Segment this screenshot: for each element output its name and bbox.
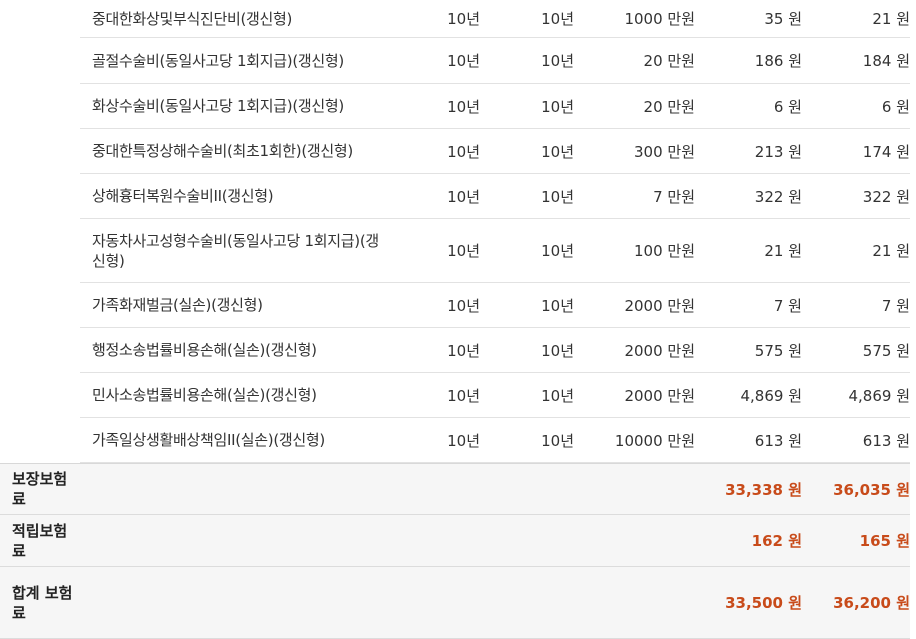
premium-a: 213 원 <box>754 142 802 161</box>
coverage-name: 가족일상생활배상책임II(실손)(갱신형) <box>92 431 325 449</box>
coverage-amount: 20 만원 <box>643 97 695 116</box>
premium-a: 613 원 <box>754 431 802 450</box>
insurance-term: 10년 <box>447 386 480 405</box>
insurance-term: 10년 <box>447 97 480 116</box>
premium-table: 중대한화상및부식진단비(갱신형) 10년 10년 1000 만원 35 원 21 원 골절수… <box>0 0 916 639</box>
summary-label: 보장보험료 <box>12 470 68 508</box>
payment-term: 10년 <box>541 10 574 28</box>
premium-a: 35 원 <box>764 10 802 28</box>
table-row: 중대한특정상해수술비(최초1회한)(갱신형) 10년 10년 300 만원 213 원 1… <box>80 129 910 174</box>
premium-a: 322 원 <box>754 187 802 206</box>
coverage-name: 골절수술비(동일사고당 1회지급)(갱신형) <box>92 51 344 70</box>
coverage-amount: 2000 만원 <box>624 386 695 405</box>
premium-a: 6 원 <box>773 97 802 116</box>
summary-label: 적립보험료 <box>12 521 68 560</box>
payment-term: 10년 <box>541 341 574 360</box>
summary-row: 적립보험료 162 원 165 원 <box>0 515 910 567</box>
summary-premium-b: 36,200 원 <box>833 594 910 612</box>
payment-term: 10년 <box>541 386 574 405</box>
summary-label: 합계 보험료 <box>12 583 73 622</box>
coverage-name: 상해흉터복원수술비II(갱신형) <box>92 187 274 205</box>
coverage-name: 중대한화상및부식진단비(갱신형) <box>92 9 293 28</box>
coverage-name: 중대한특정상해수술비(최초1회한)(갱신형) <box>92 142 353 160</box>
premium-a: 186 원 <box>754 52 802 70</box>
coverage-amount: 7 만원 <box>653 187 695 206</box>
insurance-term: 10년 <box>447 296 480 315</box>
premium-b: 322 원 <box>862 187 910 206</box>
insurance-term: 10년 <box>447 341 480 360</box>
coverage-amount: 20 만원 <box>643 52 695 70</box>
payment-term: 10년 <box>541 142 574 161</box>
table-row: 가족일상생활배상책임II(실손)(갱신형) 10년 10년 10000 만원 613 원… <box>80 418 910 463</box>
payment-term: 10년 <box>541 52 574 70</box>
payment-term: 10년 <box>541 296 574 315</box>
coverage-amount: 2000 만원 <box>624 296 695 315</box>
premium-b: 21 원 <box>872 10 910 28</box>
coverage-name: 민사소송법률비용손해(실손)(갱신형) <box>92 386 317 404</box>
coverage-name: 자동차사고성형수술비(동일사고당 1회지급)(갱신형) <box>92 231 379 270</box>
insurance-term: 10년 <box>447 52 480 70</box>
premium-b: 613 원 <box>862 431 910 450</box>
premium-a: 575 원 <box>754 341 802 360</box>
payment-term: 10년 <box>541 431 574 450</box>
table-row: 화상수술비(동일사고당 1회지급)(갱신형) 10년 10년 20 만원 6 원 6 원 <box>80 84 910 129</box>
coverage-name: 화상수술비(동일사고당 1회지급)(갱신형) <box>92 97 344 115</box>
table-row: 골절수술비(동일사고당 1회지급)(갱신형) 10년 10년 20 만원 186 원 18… <box>80 38 910 84</box>
summary-premium-b: 165 원 <box>859 532 910 550</box>
insurance-term: 10년 <box>447 187 480 206</box>
coverage-name: 행정소송법률비용손해(실손)(갱신형) <box>92 341 317 359</box>
coverage-rows: 중대한화상및부식진단비(갱신형) 10년 10년 1000 만원 35 원 21 원 골절수… <box>0 0 916 463</box>
insurance-term: 10년 <box>447 142 480 161</box>
premium-a: 7 원 <box>773 296 802 315</box>
table-row: 상해흉터복원수술비II(갱신형) 10년 10년 7 만원 322 원 322 원 <box>80 174 910 219</box>
summary-rows: 보장보험료 33,338 원 36,035 원적립보험료 162 원 165 원합계 보… <box>0 463 916 639</box>
summary-premium-a: 33,338 원 <box>725 480 802 499</box>
premium-b: 7 원 <box>881 296 910 315</box>
table-row: 민사소송법률비용손해(실손)(갱신형) 10년 10년 2000 만원 4,869 원 4… <box>80 373 910 418</box>
insurance-term: 10년 <box>447 431 480 450</box>
table-row: 중대한화상및부식진단비(갱신형) 10년 10년 1000 만원 35 원 21 원 <box>80 0 910 38</box>
summary-premium-a: 33,500 원 <box>725 594 802 612</box>
table-row: 행정소송법률비용손해(실손)(갱신형) 10년 10년 2000 만원 575 원 575… <box>80 328 910 373</box>
table-row: 가족화재벌금(실손)(갱신형) 10년 10년 2000 만원 7 원 7 원 <box>80 283 910 328</box>
table-row: 자동차사고성형수술비(동일사고당 1회지급)(갱신형) 10년 10년 100 만원 2… <box>80 219 910 283</box>
premium-b: 6 원 <box>881 97 910 116</box>
coverage-name: 가족화재벌금(실손)(갱신형) <box>92 296 263 314</box>
premium-b: 21 원 <box>872 242 910 260</box>
summary-premium-a: 162 원 <box>751 532 802 550</box>
summary-premium-b: 36,035 원 <box>833 480 910 499</box>
summary-row: 합계 보험료 33,500 원 36,200 원 <box>0 567 910 639</box>
coverage-amount: 1000 만원 <box>624 10 695 28</box>
coverage-amount: 300 만원 <box>634 142 695 161</box>
payment-term: 10년 <box>541 242 574 260</box>
summary-row: 보장보험료 33,338 원 36,035 원 <box>0 463 910 515</box>
premium-b: 174 원 <box>862 142 910 161</box>
payment-term: 10년 <box>541 97 574 116</box>
premium-b: 4,869 원 <box>848 386 910 405</box>
payment-term: 10년 <box>541 187 574 206</box>
premium-b: 184 원 <box>862 52 910 70</box>
coverage-amount: 100 만원 <box>634 242 695 260</box>
insurance-term: 10년 <box>447 242 480 260</box>
premium-b: 575 원 <box>862 341 910 360</box>
coverage-amount: 2000 만원 <box>624 341 695 360</box>
coverage-amount: 10000 만원 <box>614 431 695 450</box>
insurance-term: 10년 <box>447 10 480 28</box>
premium-a: 4,869 원 <box>740 386 802 405</box>
premium-a: 21 원 <box>764 242 802 260</box>
